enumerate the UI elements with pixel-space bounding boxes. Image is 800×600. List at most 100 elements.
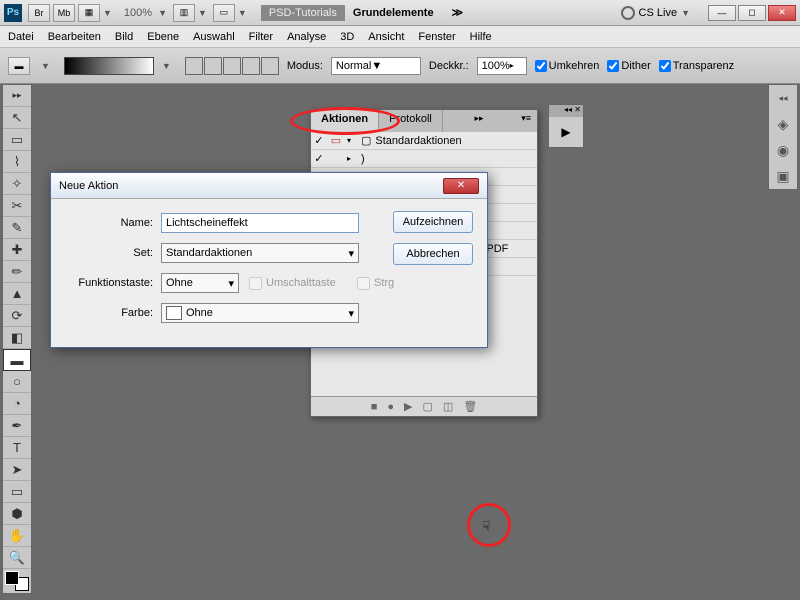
diamond-gradient-button[interactable]	[261, 57, 279, 75]
menu-filter[interactable]: Filter	[249, 31, 273, 43]
brush-tool[interactable]: ✏	[3, 261, 31, 283]
angle-gradient-button[interactable]	[223, 57, 241, 75]
chevron-down-icon[interactable]: ▼	[238, 8, 247, 18]
chevron-down-icon[interactable]: ▼	[198, 8, 207, 18]
menu-auswahl[interactable]: Auswahl	[193, 31, 235, 43]
gradient-preview[interactable]	[64, 57, 154, 75]
record-button-icon[interactable]: ●	[387, 401, 394, 413]
trash-icon[interactable]: 🗑	[463, 400, 477, 413]
move-tool[interactable]: ↖	[3, 107, 31, 129]
chevron-right-icon[interactable]: ≫	[452, 6, 464, 19]
name-label: Name:	[63, 217, 161, 229]
new-folder-icon[interactable]: ▢	[423, 400, 433, 413]
list-item[interactable]: ✓▸)	[311, 150, 537, 168]
action-folder[interactable]: ✓▭▾ ▢ Standardaktionen	[311, 132, 537, 150]
gradient-tool[interactable]: ▬	[3, 349, 31, 371]
magic-wand-tool[interactable]: ✧	[3, 173, 31, 195]
linear-gradient-button[interactable]	[185, 57, 203, 75]
pen-tool[interactable]: ✒	[3, 415, 31, 437]
close-button[interactable]: ✕	[768, 5, 796, 21]
minimize-button[interactable]: —	[708, 5, 736, 21]
new-action-icon[interactable]: ◫	[443, 400, 453, 413]
collapse-arrow-icon[interactable]: ▸▸	[3, 85, 31, 107]
reflected-gradient-button[interactable]	[242, 57, 260, 75]
stamp-tool[interactable]: ▲	[3, 283, 31, 305]
hand-tool[interactable]: ✋	[3, 525, 31, 547]
menu-fenster[interactable]: Fenster	[418, 31, 455, 43]
eyedropper-tool[interactable]: ✎	[3, 217, 31, 239]
workspace: ▸▸ ↖ ▭ ⌇ ✧ ✂ ✎ ✚ ✏ ▲ ⟳ ◧ ▬ ○ ◔ ✒ T ➤ ▭ ⬢…	[0, 84, 800, 600]
menu-bild[interactable]: Bild	[115, 31, 133, 43]
chevron-down-icon[interactable]: ▼	[41, 61, 50, 71]
maximize-button[interactable]: ◻	[738, 5, 766, 21]
color-swatch[interactable]	[5, 571, 29, 591]
menu-analyse[interactable]: Analyse	[287, 31, 326, 43]
minibridge-button[interactable]: Mb	[53, 4, 75, 22]
panel-expand-icon[interactable]: ▸▸	[469, 110, 490, 132]
type-tool[interactable]: T	[3, 437, 31, 459]
set-select[interactable]: Standardaktionen▾	[161, 243, 359, 263]
crop-tool[interactable]: ✂	[3, 195, 31, 217]
workspace-label[interactable]: PSD-Tutorials	[261, 5, 345, 21]
view-extras-button[interactable]: ▦	[78, 4, 100, 22]
blend-mode-select[interactable]: Normal▼	[331, 57, 421, 75]
play-button-icon[interactable]: ▶	[404, 400, 412, 413]
record-button[interactable]: Aufzeichnen	[393, 211, 473, 233]
action-name-input[interactable]	[161, 213, 359, 233]
menu-ansicht[interactable]: Ansicht	[368, 31, 404, 43]
title-bar: Ps Br Mb ▦ ▼ 100% ▼ ▥ ▼ ▭ ▼ PSD-Tutorial…	[0, 0, 800, 26]
path-select-tool[interactable]: ➤	[3, 459, 31, 481]
shape-tool[interactable]: ▭	[3, 481, 31, 503]
healing-brush-tool[interactable]: ✚	[3, 239, 31, 261]
stop-button-icon[interactable]: ■	[371, 401, 378, 413]
marquee-tool[interactable]: ▭	[3, 129, 31, 151]
reverse-checkbox[interactable]: Umkehren	[535, 60, 600, 72]
chevron-down-icon[interactable]: ▼	[162, 61, 171, 71]
color-select[interactable]: Ohne▾	[161, 303, 359, 323]
fkey-select[interactable]: Ohne▾	[161, 273, 239, 293]
radial-gradient-button[interactable]	[204, 57, 222, 75]
dialog-titlebar[interactable]: Neue Aktion ✕	[51, 173, 487, 199]
mini-panel-header[interactable]: ◂◂ ✕	[549, 105, 583, 117]
bridge-button[interactable]: Br	[28, 4, 50, 22]
panel-menu-icon[interactable]: ▾≡	[515, 110, 537, 132]
screen-mode-button[interactable]: ▭	[213, 4, 235, 22]
cancel-button[interactable]: Abbrechen	[393, 243, 473, 265]
tab-protokoll[interactable]: Protokoll	[379, 110, 443, 132]
dialog-close-button[interactable]: ✕	[443, 178, 479, 194]
blur-tool[interactable]: ○	[3, 371, 31, 393]
eraser-tool[interactable]: ◧	[3, 327, 31, 349]
dodge-tool[interactable]: ◔	[3, 393, 31, 415]
set-label: Set:	[63, 247, 161, 259]
opacity-label: Deckkr.:	[429, 60, 469, 72]
paths-icon[interactable]: ▣	[769, 163, 797, 189]
lasso-tool[interactable]: ⌇	[3, 151, 31, 173]
menu-hilfe[interactable]: Hilfe	[470, 31, 492, 43]
gradient-tool-icon[interactable]: ▬	[8, 57, 30, 75]
menu-datei[interactable]: Datei	[8, 31, 34, 43]
chevron-down-icon[interactable]: ▼	[103, 8, 112, 18]
actions-mini-panel[interactable]: ◂◂ ✕ ▶	[548, 104, 584, 148]
cs-live-button[interactable]: CS Live ▼	[621, 6, 696, 20]
channels-icon[interactable]: ◉	[769, 137, 797, 163]
shift-checkbox: Umschalttaste	[249, 277, 347, 290]
menu-3d[interactable]: 3D	[340, 31, 354, 43]
chevron-down-icon[interactable]: ▼	[158, 8, 167, 18]
tools-panel: ▸▸ ↖ ▭ ⌇ ✧ ✂ ✎ ✚ ✏ ▲ ⟳ ◧ ▬ ○ ◔ ✒ T ➤ ▭ ⬢…	[2, 84, 32, 594]
layers-icon[interactable]: ◈	[769, 111, 797, 137]
menu-ebene[interactable]: Ebene	[147, 31, 179, 43]
zoom-tool[interactable]: 🔍	[3, 547, 31, 569]
expand-arrow-icon[interactable]: ◂◂	[769, 85, 797, 111]
menu-bearbeiten[interactable]: Bearbeiten	[48, 31, 101, 43]
transparency-checkbox[interactable]: Transparenz	[659, 60, 734, 72]
color-label: Farbe:	[63, 307, 161, 319]
history-brush-tool[interactable]: ⟳	[3, 305, 31, 327]
3d-tool[interactable]: ⬢	[3, 503, 31, 525]
dither-checkbox[interactable]: Dither	[607, 60, 650, 72]
zoom-level[interactable]: 100%	[124, 7, 152, 19]
opacity-field[interactable]: 100%▸	[477, 57, 527, 75]
tab-aktionen[interactable]: Aktionen	[311, 110, 379, 132]
color-swatch-icon	[166, 306, 182, 320]
play-icon[interactable]: ▶	[549, 117, 583, 147]
arrange-button[interactable]: ▥	[173, 4, 195, 22]
